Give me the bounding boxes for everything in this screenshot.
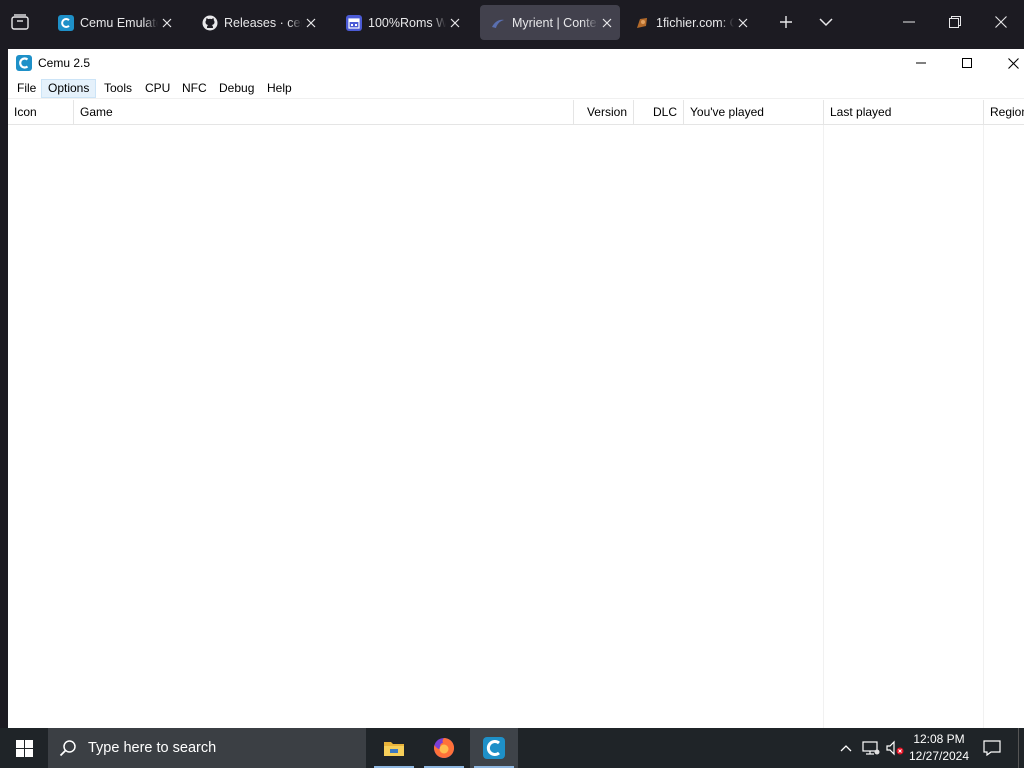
taskbar: Type here to search 12:08 PM 12/27/2024 xyxy=(0,728,1024,768)
minimize-button[interactable] xyxy=(898,49,944,77)
game-list[interactable]: Icon Game Version DLC You've played Last… xyxy=(8,100,1024,728)
browser-tab-strip: Cemu Emulator Releases · cemu-project/Ce… xyxy=(0,0,1024,46)
menu-file[interactable]: File xyxy=(10,79,43,98)
column-header-last-played[interactable]: Last played xyxy=(824,100,984,125)
system-clock[interactable]: 12:08 PM 12/27/2024 xyxy=(906,731,972,765)
tab-label: Myrient | Content xyxy=(512,15,598,30)
close-tab-icon[interactable] xyxy=(304,16,318,30)
taskbar-search-box[interactable]: Type here to search xyxy=(48,728,366,768)
menu-tools[interactable]: Tools xyxy=(97,79,139,98)
game-list-header: Icon Game Version DLC You've played Last… xyxy=(8,100,1024,125)
myrient-icon xyxy=(490,15,506,31)
volume-muted-icon[interactable] xyxy=(884,738,906,758)
menu-debug[interactable]: Debug xyxy=(212,79,261,98)
browser-tab-cemu[interactable]: Cemu Emulator xyxy=(48,5,180,40)
menu-help[interactable]: Help xyxy=(260,79,299,98)
column-divider xyxy=(983,125,984,728)
list-all-tabs-chevron-icon[interactable] xyxy=(816,12,836,32)
close-button[interactable] xyxy=(990,49,1024,77)
close-tab-icon[interactable] xyxy=(448,16,462,30)
close-tab-icon[interactable] xyxy=(160,16,174,30)
maximize-button[interactable] xyxy=(944,49,990,77)
menu-options[interactable]: Options xyxy=(41,79,97,98)
github-icon xyxy=(202,15,218,31)
browser-tab-myrient[interactable]: Myrient | Content xyxy=(480,5,620,40)
menu-cpu[interactable]: CPU xyxy=(138,79,177,98)
cemu-icon xyxy=(16,55,32,71)
search-placeholder: Type here to search xyxy=(88,740,217,756)
notifications-icon[interactable] xyxy=(978,736,1006,760)
calendar-site-icon xyxy=(346,14,362,31)
firefox-icon[interactable] xyxy=(420,728,468,768)
cemu-taskbar-icon[interactable] xyxy=(470,728,518,768)
close-tab-icon[interactable] xyxy=(736,16,750,30)
clock-date: 12/27/2024 xyxy=(908,749,970,763)
close-tab-icon[interactable] xyxy=(600,16,614,30)
cemu-window: Cemu 2.5 File Options Tools CPU NFC Debu… xyxy=(8,49,1024,728)
column-header-dlc[interactable]: DLC xyxy=(634,100,684,125)
browser-tab-releases[interactable]: Releases · cemu-project/Cemu xyxy=(192,5,324,40)
network-icon[interactable] xyxy=(860,738,882,758)
column-header-icon[interactable]: Icon xyxy=(8,100,74,125)
column-divider xyxy=(823,125,824,728)
search-icon xyxy=(48,728,88,768)
clock-time: 12:08 PM xyxy=(913,732,965,746)
column-header-you-played[interactable]: You've played xyxy=(684,100,824,125)
1fichier-icon xyxy=(634,15,650,31)
cemu-icon xyxy=(58,14,74,31)
tab-label: 100%Roms WII U xyxy=(368,15,446,30)
window-title: Cemu 2.5 xyxy=(38,56,91,70)
game-list-body[interactable] xyxy=(8,125,1024,728)
window-titlebar[interactable]: Cemu 2.5 xyxy=(8,49,1024,77)
browser-close-icon[interactable] xyxy=(978,7,1024,37)
menu-nfc[interactable]: NFC xyxy=(175,79,214,98)
column-header-game[interactable]: Game xyxy=(74,100,574,125)
show-hidden-icons-chevron-icon[interactable] xyxy=(836,738,856,758)
tab-label: Cemu Emulator xyxy=(80,15,158,30)
firefox-view-icon[interactable] xyxy=(8,10,32,34)
browser-tab-100roms[interactable]: 100%Roms WII U xyxy=(336,5,468,40)
new-tab-plus-icon[interactable] xyxy=(776,12,796,32)
windows-start-icon[interactable] xyxy=(0,728,48,768)
browser-restore-icon[interactable] xyxy=(932,7,978,37)
column-header-region[interactable]: Region xyxy=(984,100,1024,125)
column-header-version[interactable]: Version xyxy=(574,100,634,125)
browser-minimize-icon[interactable] xyxy=(886,7,932,37)
show-desktop-button[interactable] xyxy=(1018,728,1024,768)
tab-label: Releases · cemu-project/Cemu xyxy=(224,15,302,30)
file-explorer-icon[interactable] xyxy=(370,728,418,768)
tab-label: 1fichier.com: Cloud xyxy=(656,15,734,30)
browser-tab-1fichier[interactable]: 1fichier.com: Cloud xyxy=(624,5,756,40)
menu-bar: File Options Tools CPU NFC Debug Help xyxy=(8,77,1024,99)
